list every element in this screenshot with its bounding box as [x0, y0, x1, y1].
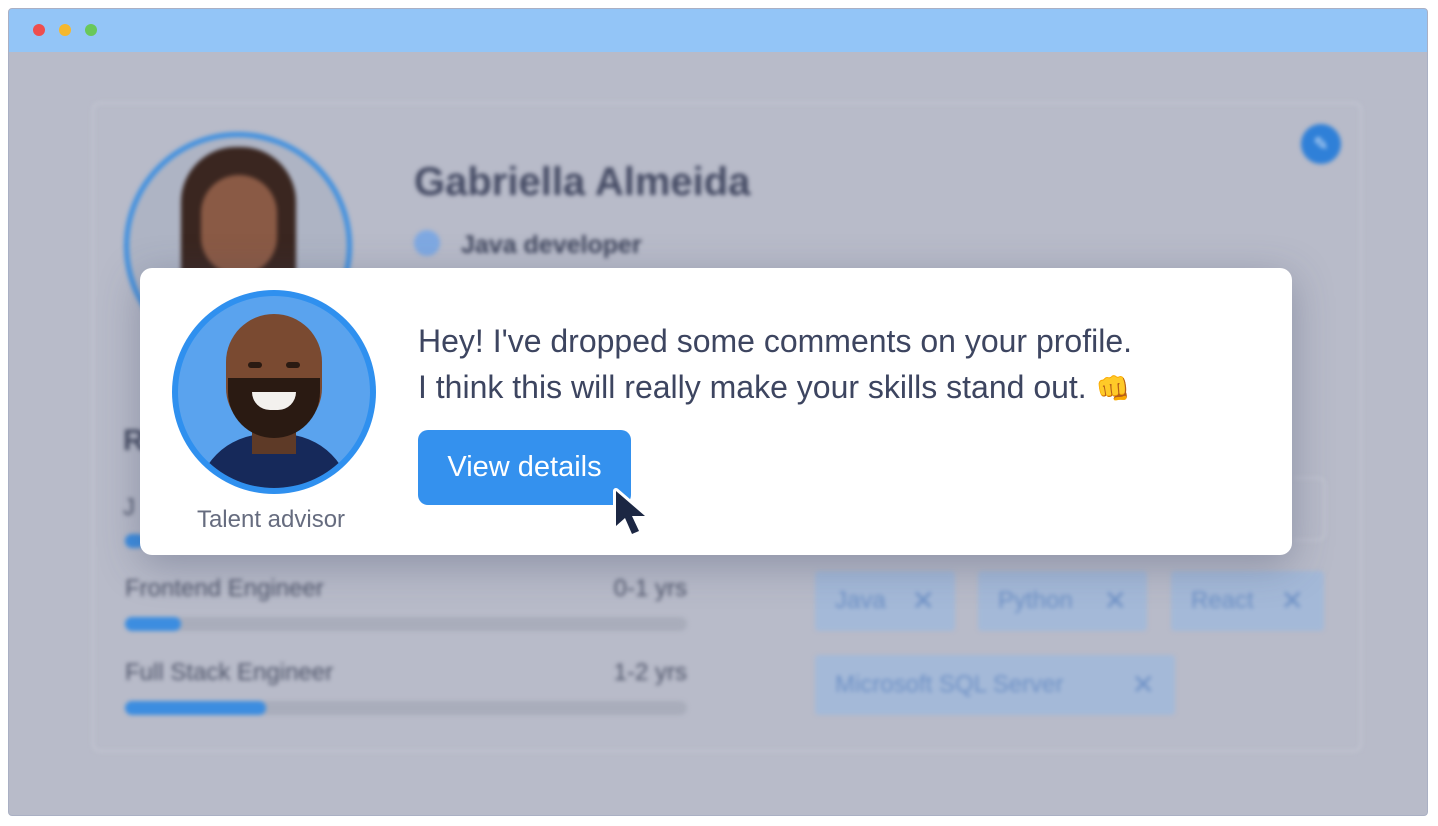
- experience-years: 0-1 yrs: [613, 575, 687, 602]
- remove-skill-icon[interactable]: ✕: [1132, 655, 1155, 715]
- experience-row-partial: J: [123, 494, 135, 521]
- experience-progress: [125, 701, 687, 715]
- skill-chip-label: Microsoft SQL Server: [835, 671, 1064, 698]
- fist-bump-icon: 👊: [1095, 373, 1131, 404]
- view-details-button[interactable]: View details: [418, 430, 631, 505]
- pencil-icon: ✎: [1313, 134, 1329, 154]
- notification-message: Hey! I've dropped some comments on your …: [418, 318, 1132, 412]
- experience-years: 1-2 yrs: [613, 659, 687, 686]
- minimize-window-icon[interactable]: [59, 24, 71, 36]
- advisor-avatar: [172, 290, 376, 494]
- role-icon: [414, 230, 440, 256]
- profile-role: Java developer: [461, 231, 642, 259]
- skill-chip: React ✕: [1171, 571, 1324, 631]
- experience-title: Frontend Engineer: [125, 575, 324, 602]
- edit-profile-button[interactable]: ✎: [1301, 124, 1341, 164]
- message-line: I think this will really make your skill…: [418, 364, 1132, 412]
- profile-name: Gabriella Almeida: [414, 160, 751, 204]
- remove-skill-icon[interactable]: ✕: [912, 571, 935, 631]
- skill-chip: Java ✕: [815, 571, 955, 631]
- experience-progress-fill: [125, 701, 266, 715]
- maximize-window-icon[interactable]: [85, 24, 97, 36]
- experience-title: Full Stack Engineer: [125, 659, 334, 686]
- skill-chip-label: Python: [998, 587, 1073, 614]
- experience-progress-fill: [125, 617, 182, 631]
- skill-chip: Microsoft SQL Server ✕: [815, 655, 1175, 715]
- close-window-icon[interactable]: [33, 24, 45, 36]
- skill-chip: Python ✕: [978, 571, 1147, 631]
- experience-progress: [125, 617, 687, 631]
- message-text: I think this will really make your skill…: [418, 369, 1087, 405]
- skill-chip-label: Java: [835, 587, 886, 614]
- message-line: Hey! I've dropped some comments on your …: [418, 323, 1132, 359]
- window-titlebar: [9, 9, 1427, 52]
- advisor-notification: Talent advisor Hey! I've dropped some co…: [140, 268, 1292, 555]
- remove-skill-icon[interactable]: ✕: [1104, 571, 1127, 631]
- mouse-pointer-icon: [613, 488, 648, 537]
- remove-skill-icon[interactable]: ✕: [1281, 571, 1304, 631]
- advisor-label: Talent advisor: [196, 506, 346, 533]
- skill-chip-label: React: [1191, 587, 1254, 614]
- skills-input[interactable]: [1294, 477, 1326, 541]
